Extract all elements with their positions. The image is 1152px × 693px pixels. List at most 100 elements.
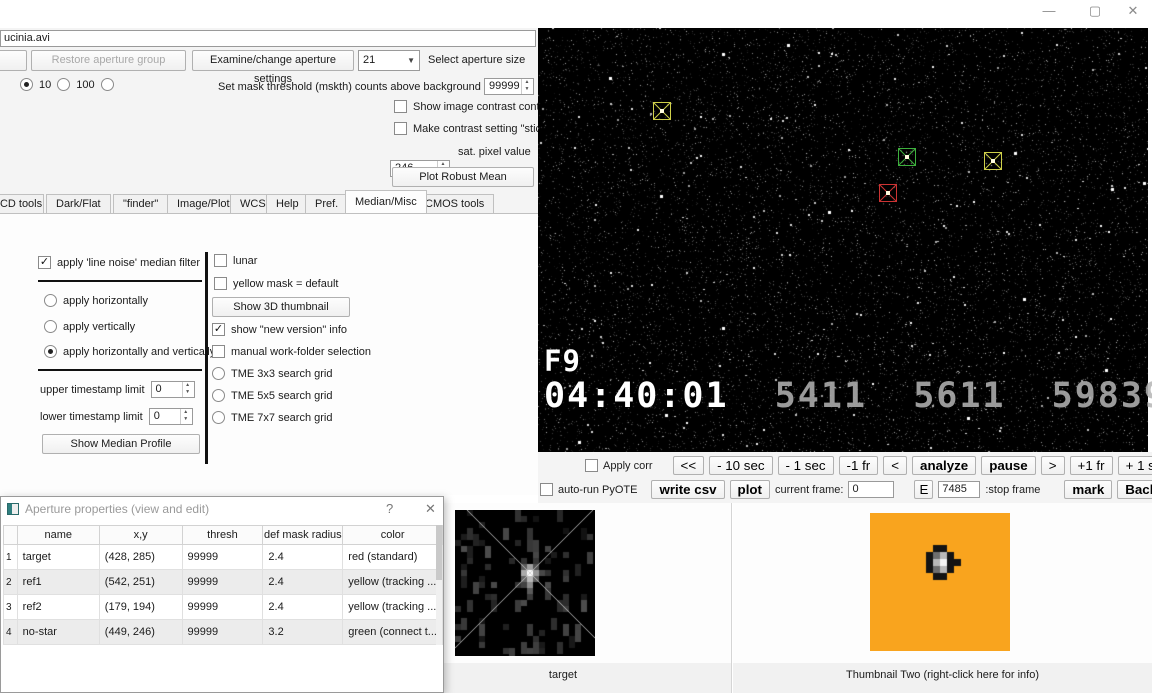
cell-color[interactable]: yellow (tracking ... (342, 569, 443, 595)
spinner-arrows-icon[interactable]: ▲▼ (179, 409, 191, 424)
tme-3x3-radio[interactable] (212, 367, 225, 380)
lunar-checkbox[interactable] (214, 254, 227, 267)
stop-frame-input[interactable]: 7485 (938, 481, 981, 498)
zoom-100-radio[interactable] (100, 78, 114, 91)
zoom-10-radio[interactable] (57, 78, 71, 91)
tab-median-misc[interactable]: Median/Misc (345, 190, 427, 213)
cutoff-button[interactable] (0, 50, 27, 71)
lower-timestamp-spinbox[interactable]: 0 ▲ ▼ (148, 408, 193, 425)
close-icon[interactable]: ✕ (425, 501, 436, 517)
zoom-1-radio[interactable] (20, 78, 33, 91)
back-to-mark-button[interactable]: Back to 'mark' (1117, 480, 1152, 499)
examine-aperture-settings-button[interactable]: Examine/change aperture settings (192, 50, 354, 85)
apply-vertically-radio[interactable] (44, 320, 57, 333)
plot-button[interactable]: plot (729, 480, 770, 499)
cell-color[interactable]: yellow (tracking ... (342, 594, 443, 620)
upper-timestamp-spinbox[interactable]: 0 ▲ ▼ (150, 381, 195, 398)
aperture-size-select[interactable]: 21 ▼ (358, 50, 420, 71)
sticky-contrast-checkbox[interactable] (394, 122, 407, 135)
tab-pref[interactable]: Pref. (305, 194, 349, 213)
show-3d-thumbnail-button[interactable]: Show 3D thumbnail (212, 297, 350, 317)
back-1frame-button[interactable]: -1 fr (838, 456, 879, 475)
tab-image-plot[interactable]: Image/Plot (167, 194, 240, 213)
cell-name[interactable]: ref2 (16, 594, 100, 620)
tme-7x7-radio[interactable] (212, 411, 225, 424)
dialog-titlebar[interactable]: Aperture properties (view and edit) ? ✕ (1, 497, 443, 521)
analyze-button[interactable]: analyze (912, 456, 977, 475)
minimize-icon[interactable]: — (1032, 0, 1066, 22)
play-back-button[interactable]: < (883, 456, 908, 475)
restore-aperture-group-button[interactable]: Restore aperture group (31, 50, 186, 71)
thumbnail-two-image[interactable] (870, 513, 1010, 651)
back-1sec-button[interactable]: - 1 sec (777, 456, 834, 475)
yellow-mask-checkbox[interactable] (214, 277, 227, 290)
line-noise-filter-checkbox[interactable]: ✓ (38, 256, 51, 269)
table-row[interactable]: 1 target (428, 285) 99999 2.4 red (stand… (3, 544, 443, 570)
cell-color[interactable]: green (connect t... (342, 619, 443, 645)
tab-ccd-tools[interactable]: CCD tools (0, 194, 44, 213)
cell-radius[interactable]: 3.2 (262, 619, 344, 645)
table-row[interactable]: 4 no-star (449, 246) 99999 3.2 green (co… (3, 619, 443, 645)
spinner-arrows-icon[interactable]: ▲▼ (181, 382, 193, 397)
video-frame-image[interactable]: F9 04:40:01 5411 5611 59839 (538, 28, 1152, 452)
show-median-profile-button[interactable]: Show Median Profile (42, 434, 200, 454)
new-version-info-checkbox[interactable]: ✓ (212, 323, 225, 336)
table-row[interactable]: 3 ref2 (179, 194) 99999 2.4 yellow (trac… (3, 594, 443, 620)
tab-dark-flat[interactable]: Dark/Flat (46, 194, 111, 213)
tab-help[interactable]: Help (266, 194, 309, 213)
col-name[interactable]: name (16, 525, 100, 545)
col-thresh[interactable]: thresh (181, 525, 264, 545)
cell-xy[interactable]: (179, 194) (98, 594, 183, 620)
col-xy[interactable]: x,y (98, 525, 183, 545)
cell-xy[interactable]: (449, 246) (98, 619, 183, 645)
help-icon[interactable]: ? (386, 501, 393, 516)
work-folder-checkbox[interactable] (212, 345, 225, 358)
current-frame-input[interactable]: 0 (848, 481, 895, 498)
tab-finder[interactable]: "finder" (113, 194, 169, 213)
spinner-arrows-icon[interactable]: ▲▼ (521, 79, 532, 94)
cell-thresh[interactable]: 99999 (181, 544, 264, 570)
cell-radius[interactable]: 2.4 (262, 544, 344, 570)
show-contrast-checkbox[interactable] (394, 100, 407, 113)
cell-color[interactable]: red (standard) (342, 544, 443, 570)
apply-both-radio[interactable] (44, 345, 57, 358)
dialog-scrollbar[interactable] (436, 525, 442, 645)
close-icon[interactable]: ✕ (1116, 0, 1150, 22)
col-color[interactable]: color (342, 525, 443, 545)
cell-radius[interactable]: 2.4 (262, 569, 344, 595)
apply-corr-checkbox[interactable] (585, 459, 598, 472)
mark-button[interactable]: mark (1064, 480, 1113, 499)
cell-name[interactable]: ref1 (16, 569, 100, 595)
ref1-box[interactable] (984, 152, 1002, 170)
target-thumbnail-image[interactable] (455, 510, 595, 656)
cell-name[interactable]: no-star (16, 619, 100, 645)
cell-xy[interactable]: (542, 251) (98, 569, 183, 595)
apply-horizontally-radio[interactable] (44, 294, 57, 307)
cell-name[interactable]: target (16, 544, 100, 570)
cell-radius[interactable]: 2.4 (262, 594, 344, 620)
play-forward-button[interactable]: > (1040, 456, 1065, 475)
tab-cmos-tools[interactable]: CMOS tools (415, 194, 495, 213)
target-box[interactable] (879, 184, 897, 202)
cell-thresh[interactable]: 99999 (181, 594, 264, 620)
tme-5x5-radio[interactable] (212, 389, 225, 402)
e-button[interactable]: E (914, 480, 934, 499)
cell-thresh[interactable]: 99999 (181, 569, 264, 595)
cell-thresh[interactable]: 99999 (181, 619, 264, 645)
auto-run-pyote-checkbox[interactable] (540, 483, 553, 496)
cell-xy[interactable]: (428, 285) (98, 544, 183, 570)
back-10sec-button[interactable]: - 10 sec (709, 456, 773, 475)
jump-start-button[interactable]: << (672, 456, 705, 475)
write-csv-button[interactable]: write csv (651, 480, 725, 499)
mask-threshold-spinbox[interactable]: 99999 ▲ ▼ (484, 78, 534, 95)
fwd-1frame-button[interactable]: +1 fr (1069, 456, 1113, 475)
fwd-1sec-button[interactable]: + 1 sec (1117, 456, 1152, 475)
maximize-icon[interactable]: ▢ (1078, 0, 1112, 22)
plot-robust-mean-button[interactable]: Plot Robust Mean (392, 167, 534, 187)
ref2-box[interactable] (653, 102, 671, 120)
filename-field[interactable]: ucinia.avi (0, 30, 536, 47)
col-radius[interactable]: def mask radius (262, 525, 344, 545)
table-row[interactable]: 2 ref1 (542, 251) 99999 2.4 yellow (trac… (3, 569, 443, 595)
pause-button[interactable]: pause (981, 456, 1036, 475)
no-star-box[interactable] (898, 148, 916, 166)
